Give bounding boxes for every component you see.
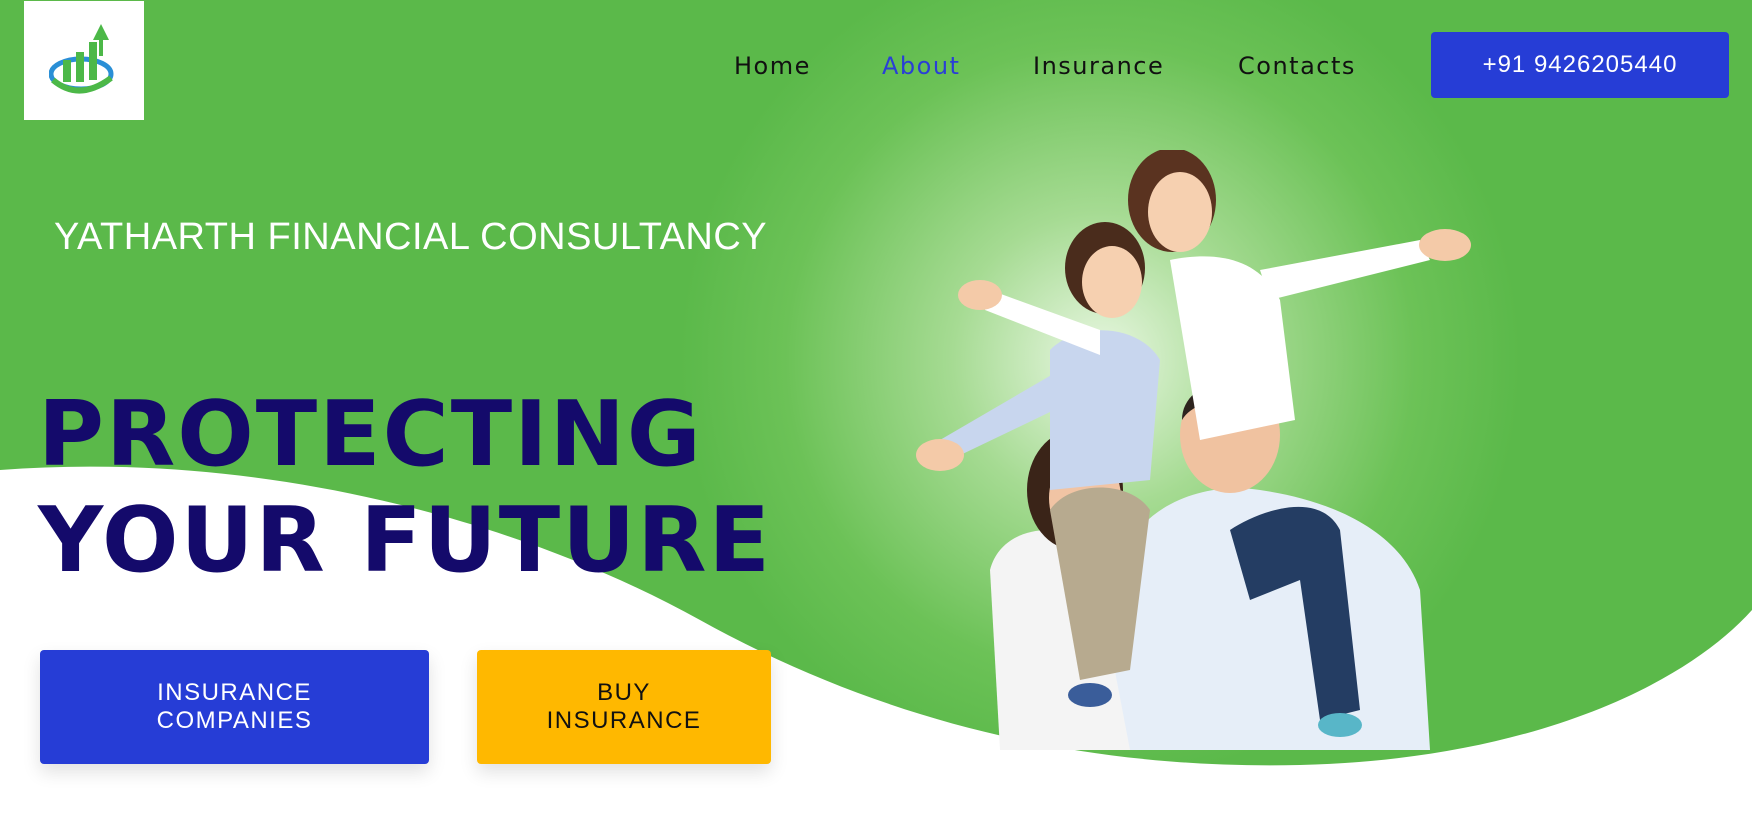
nav-about[interactable]: About: [882, 48, 960, 84]
insurance-companies-label-2: COMPANIES: [156, 707, 313, 734]
insurance-companies-button[interactable]: INSURANCE COMPANIES: [40, 650, 429, 764]
headline-line-2: YOUR FUTURE: [38, 488, 773, 593]
happy-family-photo: [916, 150, 1471, 750]
nav-home[interactable]: Home: [734, 48, 811, 84]
buy-insurance-label-1: BUY: [597, 679, 651, 706]
company-name: YATHARTH FINANCIAL CONSULTANCY: [54, 216, 768, 258]
nav-contacts[interactable]: Contacts: [1238, 48, 1356, 84]
buy-insurance-label-2: INSURANCE: [546, 707, 702, 734]
phone-button[interactable]: +91 9426205440: [1431, 32, 1729, 98]
hero-headline: PROTECTING YOUR FUTURE: [38, 382, 772, 594]
buy-insurance-button[interactable]: BUY INSURANCE: [477, 650, 771, 764]
insurance-companies-label-1: INSURANCE: [157, 679, 312, 706]
headline-line-1: PROTECTING: [38, 382, 703, 487]
nav-insurance[interactable]: Insurance: [1033, 48, 1164, 84]
